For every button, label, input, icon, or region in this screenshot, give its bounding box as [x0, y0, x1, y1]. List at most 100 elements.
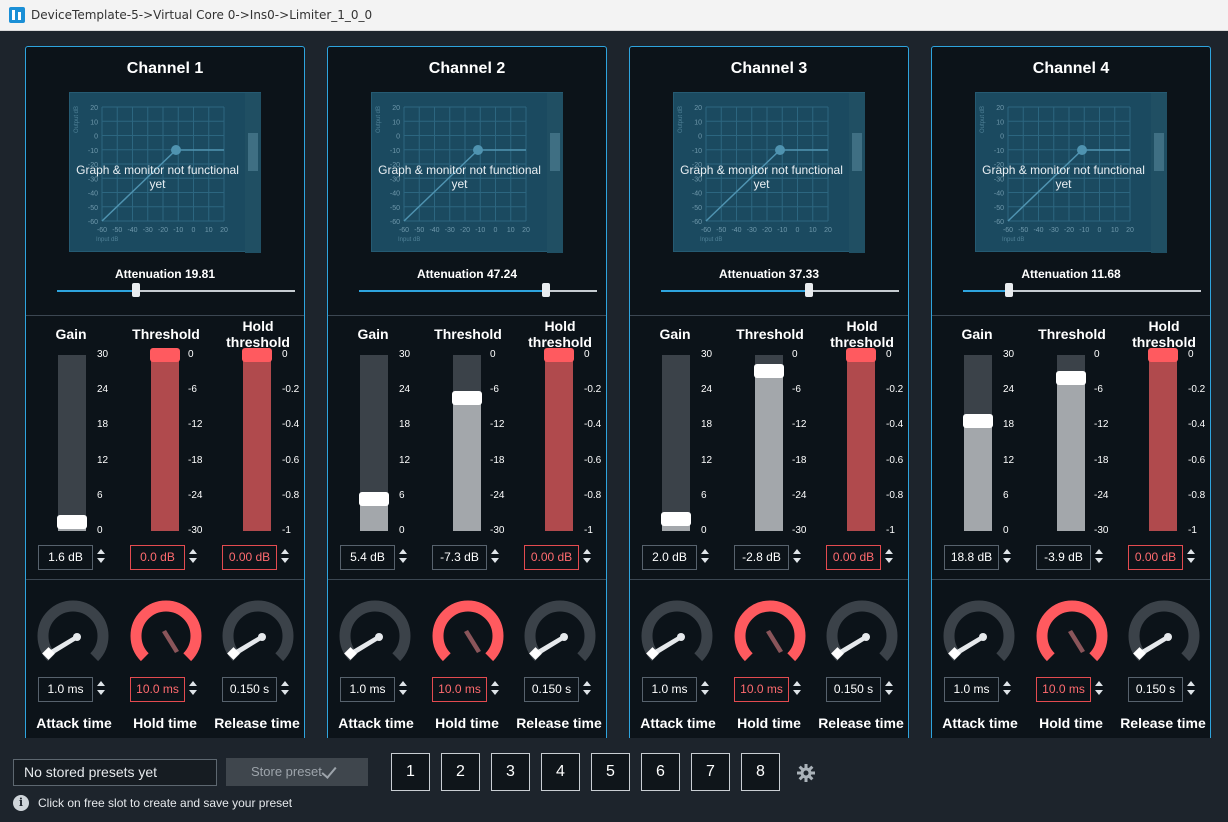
gain-spinner[interactable]: [700, 548, 710, 566]
threshold-value-field[interactable]: 0.0 dB: [130, 545, 185, 570]
threshold-fader-handle[interactable]: [150, 348, 180, 362]
threshold-fader-handle[interactable]: [1056, 370, 1086, 385]
threshold-value-field[interactable]: -2.8 dB: [734, 545, 789, 570]
attenuation-slider[interactable]: [57, 283, 295, 297]
threshold-fader-handle[interactable]: [452, 390, 482, 405]
attenuation-slider-thumb[interactable]: [131, 283, 140, 297]
release-time-knob[interactable]: [1127, 599, 1201, 673]
hold-time-spinner[interactable]: [792, 680, 802, 698]
hold-threshold-value-field[interactable]: 0.00 dB: [1128, 545, 1183, 570]
release-time-knob[interactable]: [523, 599, 597, 673]
attack-time-knob[interactable]: [942, 599, 1016, 673]
attack-time-field[interactable]: 1.0 ms: [642, 677, 697, 702]
threshold-value-field[interactable]: -3.9 dB: [1036, 545, 1091, 570]
gear-icon[interactable]: [796, 763, 816, 783]
release-time-spinner[interactable]: [1186, 680, 1196, 698]
release-time-knob[interactable]: [825, 599, 899, 673]
threshold-fader[interactable]: [150, 348, 180, 531]
attack-time-spinner[interactable]: [96, 680, 106, 698]
hold-threshold-fader[interactable]: [846, 348, 876, 531]
hold-time-field[interactable]: 10.0 ms: [432, 677, 487, 702]
release-time-spinner[interactable]: [884, 680, 894, 698]
threshold-spinner[interactable]: [490, 548, 500, 566]
threshold-spinner[interactable]: [792, 548, 802, 566]
release-time-field[interactable]: 0.150 s: [826, 677, 881, 702]
attenuation-slider-thumb[interactable]: [805, 283, 814, 297]
release-time-field[interactable]: 0.150 s: [524, 677, 579, 702]
hold-time-knob[interactable]: [431, 599, 505, 673]
gain-value-field[interactable]: 1.6 dB: [38, 545, 93, 570]
hold-threshold-fader-handle[interactable]: [846, 348, 876, 362]
gain-fader-handle[interactable]: [57, 514, 87, 529]
threshold-fader[interactable]: [1056, 355, 1086, 531]
release-time-field[interactable]: 0.150 s: [222, 677, 277, 702]
attack-time-spinner[interactable]: [700, 680, 710, 698]
preset-slot-button[interactable]: 5: [591, 753, 630, 791]
attenuation-slider[interactable]: [963, 283, 1201, 297]
preset-slot-button[interactable]: 8: [741, 753, 780, 791]
preset-slot-button[interactable]: 1: [391, 753, 430, 791]
hold-time-field[interactable]: 10.0 ms: [1036, 677, 1091, 702]
preset-slot-button[interactable]: 2: [441, 753, 480, 791]
hold-threshold-fader[interactable]: [242, 348, 272, 531]
hold-threshold-spinner[interactable]: [1186, 548, 1196, 566]
hold-threshold-fader-handle[interactable]: [544, 348, 574, 362]
hold-threshold-value-field[interactable]: 0.00 dB: [826, 545, 881, 570]
preset-slot-button[interactable]: 6: [641, 753, 680, 791]
attenuation-slider-thumb[interactable]: [1005, 283, 1014, 297]
gain-fader[interactable]: [57, 355, 87, 531]
gain-fader-handle[interactable]: [963, 413, 993, 428]
gain-fader[interactable]: [963, 355, 993, 531]
preset-slot-button[interactable]: 7: [691, 753, 730, 791]
attenuation-slider-thumb[interactable]: [542, 283, 551, 297]
hold-threshold-spinner[interactable]: [280, 548, 290, 566]
hold-threshold-spinner[interactable]: [884, 548, 894, 566]
hold-threshold-fader-handle[interactable]: [1148, 348, 1178, 362]
gain-spinner[interactable]: [1002, 548, 1012, 566]
hold-threshold-value-field[interactable]: 0.00 dB: [222, 545, 277, 570]
attack-time-spinner[interactable]: [1002, 680, 1012, 698]
gain-fader-handle[interactable]: [661, 512, 691, 527]
hold-time-knob[interactable]: [1035, 599, 1109, 673]
gain-fader[interactable]: [359, 355, 389, 531]
hold-threshold-value-field[interactable]: 0.00 dB: [524, 545, 579, 570]
hold-time-knob[interactable]: [733, 599, 807, 673]
threshold-spinner[interactable]: [1094, 548, 1104, 566]
preset-slot-button[interactable]: 4: [541, 753, 580, 791]
attack-time-knob[interactable]: [338, 599, 412, 673]
attack-time-spinner[interactable]: [398, 680, 408, 698]
gain-value-field[interactable]: 2.0 dB: [642, 545, 697, 570]
gain-value-field[interactable]: 18.8 dB: [944, 545, 999, 570]
threshold-spinner[interactable]: [188, 548, 198, 566]
hold-time-field[interactable]: 10.0 ms: [734, 677, 789, 702]
preset-name-field[interactable]: No stored presets yet: [13, 759, 217, 786]
release-time-knob[interactable]: [221, 599, 295, 673]
attack-time-field[interactable]: 1.0 ms: [944, 677, 999, 702]
release-time-field[interactable]: 0.150 s: [1128, 677, 1183, 702]
attack-time-knob[interactable]: [36, 599, 110, 673]
attack-time-field[interactable]: 1.0 ms: [38, 677, 93, 702]
gain-fader-handle[interactable]: [359, 492, 389, 507]
hold-time-spinner[interactable]: [1094, 680, 1104, 698]
attack-time-knob[interactable]: [640, 599, 714, 673]
attenuation-slider[interactable]: [661, 283, 899, 297]
threshold-fader-handle[interactable]: [754, 364, 784, 379]
hold-time-spinner[interactable]: [490, 680, 500, 698]
threshold-fader[interactable]: [452, 355, 482, 531]
hold-threshold-fader[interactable]: [544, 348, 574, 531]
hold-threshold-spinner[interactable]: [582, 548, 592, 566]
attenuation-slider[interactable]: [359, 283, 597, 297]
hold-time-knob[interactable]: [129, 599, 203, 673]
release-time-spinner[interactable]: [582, 680, 592, 698]
store-preset-button[interactable]: Store preset: [226, 758, 368, 786]
hold-threshold-fader[interactable]: [1148, 348, 1178, 531]
threshold-value-field[interactable]: -7.3 dB: [432, 545, 487, 570]
gain-value-field[interactable]: 5.4 dB: [340, 545, 395, 570]
hold-time-spinner[interactable]: [188, 680, 198, 698]
attack-time-field[interactable]: 1.0 ms: [340, 677, 395, 702]
hold-time-field[interactable]: 10.0 ms: [130, 677, 185, 702]
gain-fader[interactable]: [661, 355, 691, 531]
threshold-fader[interactable]: [754, 355, 784, 531]
preset-slot-button[interactable]: 3: [491, 753, 530, 791]
gain-spinner[interactable]: [96, 548, 106, 566]
